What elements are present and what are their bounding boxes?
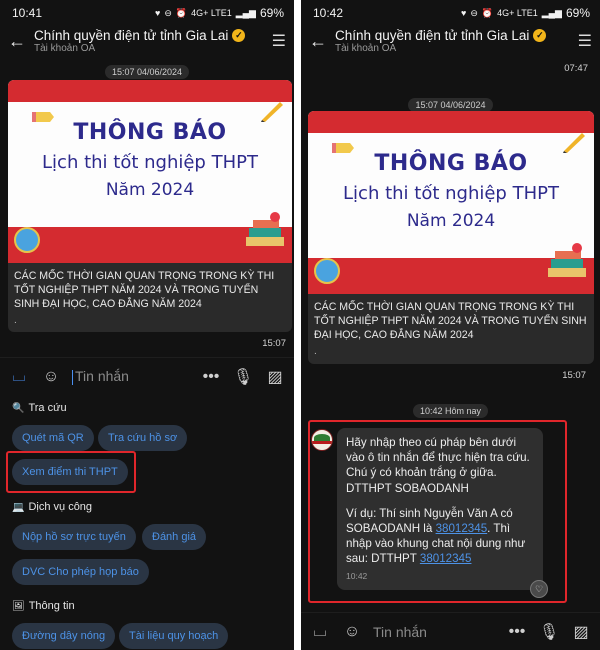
dnd-icon: ⊖ (470, 7, 478, 18)
chat-title-row[interactable]: Chính quyền điện tử tỉnh Gia Lai ✓ (34, 28, 266, 43)
planning-docs-button[interactable]: Tài liệu quy hoạch (119, 623, 229, 649)
banner-image: THÔNG BÁO Lịch thi tốt nghiệp THPT Năm 2… (8, 80, 292, 263)
signal-icon: ▂▄▆ (541, 7, 562, 18)
input-bar: ⌴ ☺ Tin nhắn ••• 🎙 ▨ (301, 612, 600, 650)
chat-title: Chính quyền điện tử tỉnh Gia Lai (335, 28, 530, 43)
banner-heading: THÔNG BÁO (374, 151, 528, 176)
menu-list-icon[interactable]: ☰ (266, 31, 286, 51)
article-caption: CÁC MỐC THỜI GIAN QUAN TRỌNG TRONG KỲ TH… (14, 270, 275, 310)
right-phone-screen: 10:42 ♥ ⊖ ⏰ 4G+ LTE1 ▂▄▆ 69% ← Chính quy… (301, 0, 600, 650)
section-thong-tin: 🖼 Thông tin (12, 600, 75, 612)
input-bar: ⌴ ☺ Tin nhắn ••• 🎙 ▨ (0, 357, 294, 395)
more-icon[interactable]: ••• (200, 368, 222, 386)
inbox-icon[interactable]: ⌴ (309, 623, 331, 641)
message-input[interactable]: Tin nhắn (72, 368, 190, 385)
microphone-icon[interactable]: 🎙 (538, 622, 560, 642)
menu-list-icon[interactable]: ☰ (572, 31, 592, 51)
network-text: 4G+ LTE1 (497, 8, 538, 18)
dnd-icon: ⊖ (164, 7, 172, 18)
caption-dot: . (314, 346, 317, 357)
rating-button[interactable]: Đánh giá (142, 524, 207, 550)
caption-dot: . (14, 315, 17, 326)
verified-badge-icon: ✓ (232, 29, 246, 42)
banner-subheading: Lịch thi tốt nghiệp THPT (343, 183, 559, 204)
image-icon: 🖼 (12, 600, 25, 612)
date-pill: 15:07 04/06/2024 (408, 98, 493, 112)
lookup-records-button[interactable]: Tra cứu hồ sơ (98, 425, 188, 451)
chat-header: ← Chính quyền điện tử tỉnh Gia Lai ✓ Tài… (0, 26, 294, 56)
section-tra-cuu: 🔍 Tra cứu (12, 402, 67, 414)
laptop-icon: 💻 (12, 501, 25, 513)
chat-header: ← Chính quyền điện tử tỉnh Gia Lai ✓ Tài… (301, 26, 600, 56)
heart-status-icon: ♥ (155, 8, 161, 18)
article-card[interactable]: THÔNG BÁO Lịch thi tốt nghiệp THPT Năm 2… (308, 111, 594, 364)
chat-title: Chính quyền điện tử tỉnh Gia Lai (34, 28, 229, 43)
date-pill: 15:07 04/06/2024 (104, 65, 190, 79)
heart-status-icon: ♥ (461, 8, 467, 18)
message-time: 15:07 (562, 370, 586, 381)
chat-subtitle: Tài khoản OA (335, 43, 397, 54)
emoji-icon[interactable]: ☺ (341, 623, 363, 641)
status-bar: 10:41 ♥ ⊖ ⏰ 4G+ LTE1 ▂▄▆ 69% (0, 0, 294, 26)
press-permit-button[interactable]: DVC Cho phép họp báo (12, 559, 149, 585)
image-icon[interactable]: ▨ (264, 367, 286, 387)
message-time: 15:07 (262, 338, 286, 349)
left-phone-screen: 10:41 ♥ ⊖ ⏰ 4G+ LTE1 ▂▄▆ 69% ← Chính quy… (0, 0, 294, 650)
books-icon (548, 243, 586, 277)
section-dich-vu-cong: 💻 Dịch vụ công (12, 501, 93, 513)
message-input[interactable]: Tin nhắn (373, 624, 496, 640)
status-time: 10:41 (12, 6, 43, 20)
status-bar: 10:42 ♥ ⊖ ⏰ 4G+ LTE1 ▂▄▆ 69% (301, 0, 600, 26)
globe-icon (314, 258, 340, 284)
pencil-icon (261, 102, 283, 122)
back-arrow-icon[interactable]: ← (8, 31, 34, 52)
search-icon: 🔍 (12, 402, 25, 414)
article-caption: CÁC MỐC THỜI GIAN QUAN TRỌNG TRONG KỲ TH… (314, 301, 587, 341)
microphone-icon[interactable]: 🎙 (232, 367, 254, 387)
today-pill: 10:42 Hôm nay (412, 404, 489, 418)
banner-year: Năm 2024 (406, 211, 496, 231)
network-text: 4G+ LTE1 (191, 8, 232, 18)
alarm-icon: ⏰ (481, 7, 494, 18)
pencil-icon (563, 133, 585, 153)
more-icon[interactable]: ••• (506, 623, 528, 641)
highlight-box (308, 420, 567, 603)
globe-icon (14, 227, 40, 253)
scan-qr-button[interactable]: Quét mã QR (12, 425, 94, 451)
chat-subtitle: Tài khoản OA (34, 43, 96, 54)
submit-online-button[interactable]: Nộp hồ sơ trực tuyến (12, 524, 136, 550)
banner-heading: THÔNG BÁO (73, 120, 227, 145)
banner-image: THÔNG BÁO Lịch thi tốt nghiệp THPT Năm 2… (308, 111, 594, 294)
chat-title-row[interactable]: Chính quyền điện tử tỉnh Gia Lai ✓ (335, 28, 572, 43)
signal-icon: ▂▄▆ (235, 7, 256, 18)
article-card[interactable]: THÔNG BÁO Lịch thi tốt nghiệp THPT Năm 2… (8, 80, 292, 332)
back-arrow-icon[interactable]: ← (309, 31, 335, 52)
status-time: 10:42 (313, 6, 344, 20)
verified-badge-icon: ✓ (533, 29, 547, 42)
inbox-icon[interactable]: ⌴ (8, 368, 30, 386)
earlier-message-time: 07:47 (564, 63, 588, 74)
hotline-button[interactable]: Đường dây nóng (12, 623, 116, 649)
emoji-icon[interactable]: ☺ (40, 368, 62, 386)
alarm-icon: ⏰ (175, 7, 188, 18)
highlight-box (6, 451, 136, 493)
banner-year: Năm 2024 (105, 180, 195, 200)
banner-subheading: Lịch thi tốt nghiệp THPT (42, 152, 258, 173)
battery-level: 69% (259, 6, 284, 20)
image-icon[interactable]: ▨ (570, 622, 592, 642)
battery-level: 69% (565, 6, 590, 20)
books-icon (246, 212, 284, 246)
